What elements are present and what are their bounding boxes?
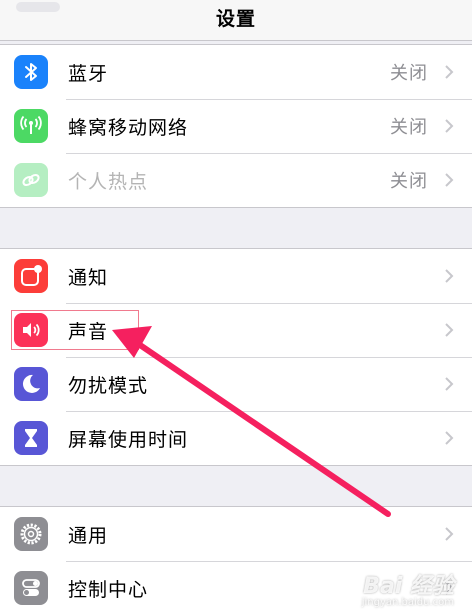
- watermark-logo: Bai 经验 jingyan.baidu.com: [362, 576, 454, 608]
- watermark-main: Bai 经验: [363, 574, 454, 599]
- annotation-arrow-icon: [112, 326, 391, 517]
- watermark-sub: jingyan.baidu.com: [361, 597, 454, 608]
